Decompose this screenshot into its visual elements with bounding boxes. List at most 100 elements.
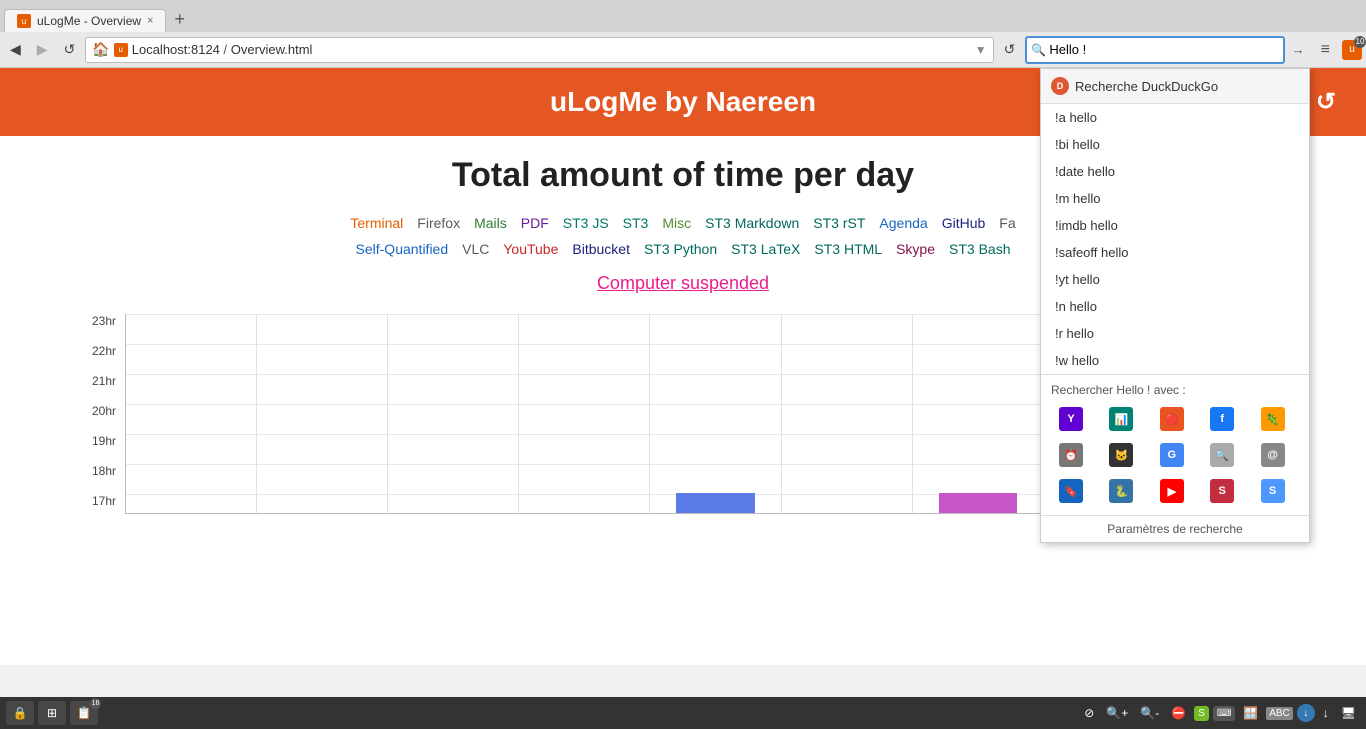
chart-col-4: [650, 314, 781, 513]
link-st3-python[interactable]: ST3 Python: [644, 241, 717, 257]
nav-bar: ◀ ▶ ↺ 🏠 u Localhost:8124 / Overview.html…: [0, 32, 1366, 68]
search-input[interactable]: [1025, 36, 1285, 64]
suggestion-item[interactable]: !bi hello: [1041, 131, 1309, 158]
home-icon: 🏠: [92, 41, 109, 58]
link-pdf[interactable]: PDF: [521, 215, 549, 231]
link-st3-html[interactable]: ST3 HTML: [814, 241, 882, 257]
suggestion-item[interactable]: !yt hello: [1041, 266, 1309, 293]
suggestion-item[interactable]: !date hello: [1041, 158, 1309, 185]
engine-btn-14[interactable]: S: [1253, 475, 1293, 507]
suse-icon[interactable]: S: [1194, 706, 1209, 721]
addon-badge: 10: [1354, 36, 1366, 48]
tab-bar: u uLogMe - Overview × +: [0, 0, 1366, 32]
taskbar-block-icon[interactable]: ⊘: [1080, 704, 1098, 722]
engine-btn-10[interactable]: 🔖: [1051, 475, 1091, 507]
taskbar-apps-icon[interactable]: ⊞: [38, 701, 66, 725]
link-github[interactable]: GitHub: [942, 215, 986, 231]
engine-btn-12[interactable]: ▶: [1152, 475, 1192, 507]
reload-button[interactable]: ↺: [58, 37, 82, 62]
engine-btn-2[interactable]: 🔴: [1152, 403, 1192, 435]
link-agenda[interactable]: Agenda: [879, 215, 927, 231]
taskbar-lock-icon[interactable]: 🔒: [6, 701, 34, 725]
link-misc[interactable]: Misc: [662, 215, 691, 231]
page-content: uLogMe by Naereen day View ↺ Total amoun…: [0, 68, 1366, 665]
engine-btn-11[interactable]: 🐍: [1101, 475, 1141, 507]
dropdown-header: D Recherche DuckDuckGo: [1041, 69, 1309, 104]
keyboard-icon[interactable]: ⌨: [1213, 706, 1235, 721]
link-st3-rst[interactable]: ST3 rST: [813, 215, 865, 231]
link-mails[interactable]: Mails: [474, 215, 507, 231]
link-terminal[interactable]: Terminal: [350, 215, 403, 231]
engine-btn-13[interactable]: S: [1202, 475, 1242, 507]
active-tab[interactable]: u uLogMe - Overview ×: [4, 9, 166, 32]
taskbar-zoom-out-icon[interactable]: 🔍-: [1136, 704, 1163, 722]
link-firefox[interactable]: Firefox: [417, 215, 460, 231]
engines-grid-3: 🔖 🐍 ▶ SS: [1051, 475, 1299, 507]
suggestion-item[interactable]: !m hello: [1041, 185, 1309, 212]
chart-bar-blue: [676, 493, 754, 513]
update-icon[interactable]: ↓: [1297, 704, 1315, 722]
address-page[interactable]: Overview.html: [231, 42, 313, 57]
link-st3-js[interactable]: ST3 JS: [563, 215, 609, 231]
suggestion-item[interactable]: !imdb hello: [1041, 212, 1309, 239]
address-chevron: ▼: [975, 43, 987, 57]
window-icon[interactable]: 🪟: [1239, 704, 1262, 722]
chart-label-23hr: 23hr: [92, 314, 116, 328]
engines-grid-1: Y 📊 🔴 f 🦎: [1051, 403, 1299, 435]
search-go-button[interactable]: →: [1287, 38, 1308, 61]
spellcheck-icon[interactable]: ABC: [1266, 707, 1293, 720]
engine-btn-3[interactable]: f: [1202, 403, 1242, 435]
display-icon[interactable]: 🖥: [1337, 704, 1360, 722]
taskbar-stop-icon[interactable]: ⛔: [1167, 704, 1190, 722]
suggestions-list: !a hello!bi hello!date hello!m hello!imd…: [1041, 104, 1309, 374]
search-bar-wrapper: 🔍 →: [1025, 36, 1308, 64]
engine-btn-7[interactable]: G: [1152, 439, 1192, 471]
link-youtube[interactable]: YouTube: [503, 241, 558, 257]
link-skype[interactable]: Skype: [896, 241, 935, 257]
address-bar-container: 🏠 u Localhost:8124 / Overview.html ▼: [85, 37, 993, 63]
suggestion-item[interactable]: !a hello: [1041, 104, 1309, 131]
link-st3-markdown[interactable]: ST3 Markdown: [705, 215, 799, 231]
refresh-nav-button[interactable]: ↺: [998, 37, 1022, 62]
suggestion-item[interactable]: !r hello: [1041, 320, 1309, 347]
suggestion-item[interactable]: !n hello: [1041, 293, 1309, 320]
engine-btn-6[interactable]: 🐱: [1101, 439, 1141, 471]
app-header-title: uLogMe by Naereen: [550, 86, 816, 117]
link-self-quantified[interactable]: Self-Quantified: [356, 241, 449, 257]
engine-btn-1[interactable]: 📊: [1101, 403, 1141, 435]
engine-btn-0[interactable]: Y: [1051, 403, 1091, 435]
new-tab-button[interactable]: +: [166, 7, 193, 32]
back-button[interactable]: ◀: [4, 37, 27, 62]
taskbar-zoom-in-icon[interactable]: 🔍+: [1102, 704, 1132, 722]
link-st3-latex[interactable]: ST3 LaTeX: [731, 241, 800, 257]
chart-labels: 23hr22hr21hr20hr19hr18hr17hr: [70, 314, 120, 514]
browser-menu-button[interactable]: ≡: [1313, 37, 1338, 63]
link-vlc[interactable]: VLC: [462, 241, 489, 257]
suggestion-item[interactable]: !w hello: [1041, 347, 1309, 374]
chart-col-2: [388, 314, 519, 513]
addon-icon[interactable]: u 10: [1342, 40, 1362, 60]
suggestion-item[interactable]: !safeoff hello: [1041, 239, 1309, 266]
forward-button[interactable]: ▶: [31, 37, 54, 62]
engine-btn-5[interactable]: ⏰: [1051, 439, 1091, 471]
engine-btn-4[interactable]: 🦎: [1253, 403, 1293, 435]
chart-col-6: [913, 314, 1044, 513]
refresh-circle-btn[interactable]: ↺: [1316, 88, 1336, 117]
address-host[interactable]: Localhost:8124: [132, 42, 220, 57]
search-settings-link[interactable]: Paramètres de recherche: [1041, 515, 1309, 542]
engine-btn-8[interactable]: 🔍: [1202, 439, 1242, 471]
link-st3[interactable]: ST3: [623, 215, 649, 231]
taskbar: 🔒 ⊞ 📋 16 ⊘ 🔍+ 🔍- ⛔ S ⌨ 🪟 ABC ↓ ↓ 🖥: [0, 697, 1366, 729]
engine-btn-9[interactable]: @: [1253, 439, 1293, 471]
search-dropdown: D Recherche DuckDuckGo !a hello!bi hello…: [1040, 68, 1310, 543]
link-bitbucket[interactable]: Bitbucket: [572, 241, 630, 257]
address-text: Localhost:8124 / Overview.html: [132, 42, 313, 57]
link-st3-bash[interactable]: ST3 Bash: [949, 241, 1010, 257]
chart-col-5: [782, 314, 913, 513]
arrow-icon[interactable]: ↓: [1319, 704, 1333, 722]
link-fa[interactable]: Fa: [999, 215, 1015, 231]
taskbar-right: ⊘ 🔍+ 🔍- ⛔ S ⌨ 🪟 ABC ↓ ↓ 🖥: [1080, 704, 1360, 722]
taskbar-badge-item[interactable]: 📋 16: [70, 701, 98, 725]
tab-close-btn[interactable]: ×: [147, 15, 153, 27]
chart-label-20hr: 20hr: [92, 404, 116, 418]
